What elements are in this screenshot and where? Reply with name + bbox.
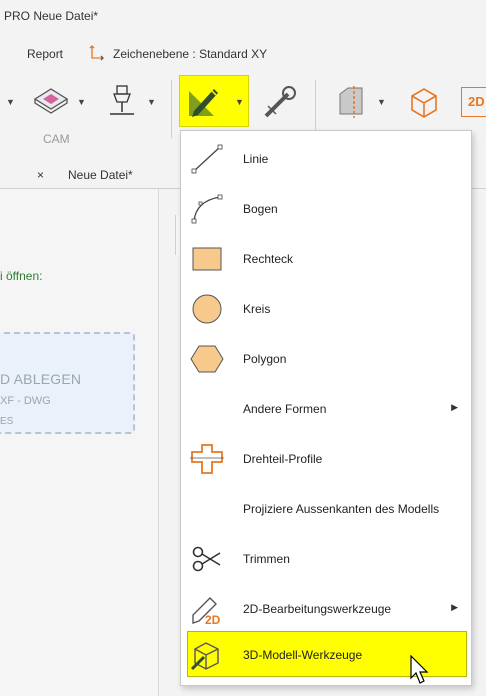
ribbon-divider	[171, 80, 172, 138]
2d-label: 2D	[468, 94, 485, 109]
menu-row: Report Zeichenebene : Standard XY	[0, 34, 486, 72]
menu-item-label: Linie	[243, 152, 269, 166]
mouse-cursor-icon	[410, 655, 429, 684]
start-panel	[0, 189, 159, 696]
close-icon[interactable]: ×	[37, 168, 44, 182]
2d-view-button[interactable]: 2D	[461, 87, 486, 117]
tab-neue-datei[interactable]: Neue Datei*	[68, 168, 133, 182]
menu-item-label: Kreis	[243, 302, 271, 316]
report-menu[interactable]: Report	[27, 47, 63, 61]
menu-item-label: Rechteck	[243, 252, 294, 266]
chevron-down-icon[interactable]: ▼	[147, 97, 156, 107]
menu-item-label: Bogen	[243, 202, 278, 216]
menu-item-label: Andere Formen	[243, 402, 327, 416]
drop-zone-title: D ABLEGEN	[0, 371, 82, 387]
chevron-down-icon[interactable]: ▼	[377, 97, 386, 107]
menu-item-projiziere-aussenkanten[interactable]: Projiziere Aussenkanten des Modells	[182, 484, 470, 534]
turned-profile-icon	[190, 444, 224, 474]
tool-holder-icon[interactable]	[106, 84, 138, 118]
svg-text:2D: 2D	[205, 613, 221, 625]
scissors-icon	[192, 546, 221, 572]
2d-tools-icon: 2D	[192, 597, 221, 625]
3d-box-orange-icon[interactable]	[406, 84, 440, 120]
polygon-icon	[190, 345, 224, 373]
circle-icon	[192, 294, 222, 324]
3d-split-icon[interactable]	[336, 84, 370, 120]
chevron-down-icon[interactable]: ▼	[77, 97, 86, 107]
menu-item-label: Projiziere Aussenkanten des Modells	[243, 502, 440, 516]
menu-item-2d-bearbeitungswerkzeuge[interactable]: 2D 2D-Bearbeitungswerkzeuge ▶	[182, 584, 470, 634]
measure-tools-icon[interactable]	[262, 84, 296, 120]
line-icon	[191, 144, 223, 174]
chevron-down-icon[interactable]: ▼	[6, 97, 15, 107]
menu-item-polygon[interactable]: Polygon	[182, 334, 470, 384]
drop-zone-formats: XF - DWG	[0, 395, 51, 407]
menu-item-label: 3D-Modell-Werkzeuge	[243, 648, 363, 662]
sketch-tools-dropdown: Linie Bogen Rechteck Kreis Polygon Ander…	[180, 130, 472, 686]
3d-model-tools-icon	[190, 642, 219, 671]
drawing-plane-icon	[89, 45, 104, 61]
submenu-arrow-icon: ▶	[451, 602, 458, 612]
window-title: PRO Neue Datei*	[4, 9, 99, 23]
pencil-ruler-icon	[189, 89, 218, 117]
cam-surface-icon[interactable]	[33, 85, 69, 115]
menu-item-trimmen[interactable]: Trimmen	[182, 534, 470, 584]
title-bar: PRO Neue Datei*	[0, 0, 486, 34]
chevron-down-icon[interactable]: ▼	[235, 97, 244, 107]
menu-item-bogen[interactable]: Bogen	[182, 184, 470, 234]
arc-icon	[191, 194, 223, 224]
menu-item-label: Polygon	[243, 352, 287, 366]
cam-group-label: CAM	[43, 132, 70, 146]
menu-item-label: Trimmen	[243, 552, 290, 566]
menu-item-label: 2D-Bearbeitungswerkzeuge	[243, 602, 392, 616]
submenu-arrow-icon: ▶	[451, 402, 458, 412]
drop-zone-formats-2: ES	[0, 416, 14, 427]
rectangle-icon	[192, 247, 222, 271]
drawing-plane-selector[interactable]: Zeichenebene : Standard XY	[113, 47, 267, 61]
sketch-tools-button[interactable]: ▼	[179, 75, 249, 127]
open-file-label: i öffnen:	[0, 269, 43, 283]
menu-item-drehteil-profile[interactable]: Drehteil-Profile	[182, 434, 470, 484]
menu-item-kreis[interactable]: Kreis	[182, 284, 470, 334]
menu-item-rechteck[interactable]: Rechteck	[182, 234, 470, 284]
menu-item-andere-formen[interactable]: Andere Formen ▶	[182, 384, 470, 434]
menu-item-label: Drehteil-Profile	[243, 452, 323, 466]
menu-item-linie[interactable]: Linie	[182, 134, 470, 184]
